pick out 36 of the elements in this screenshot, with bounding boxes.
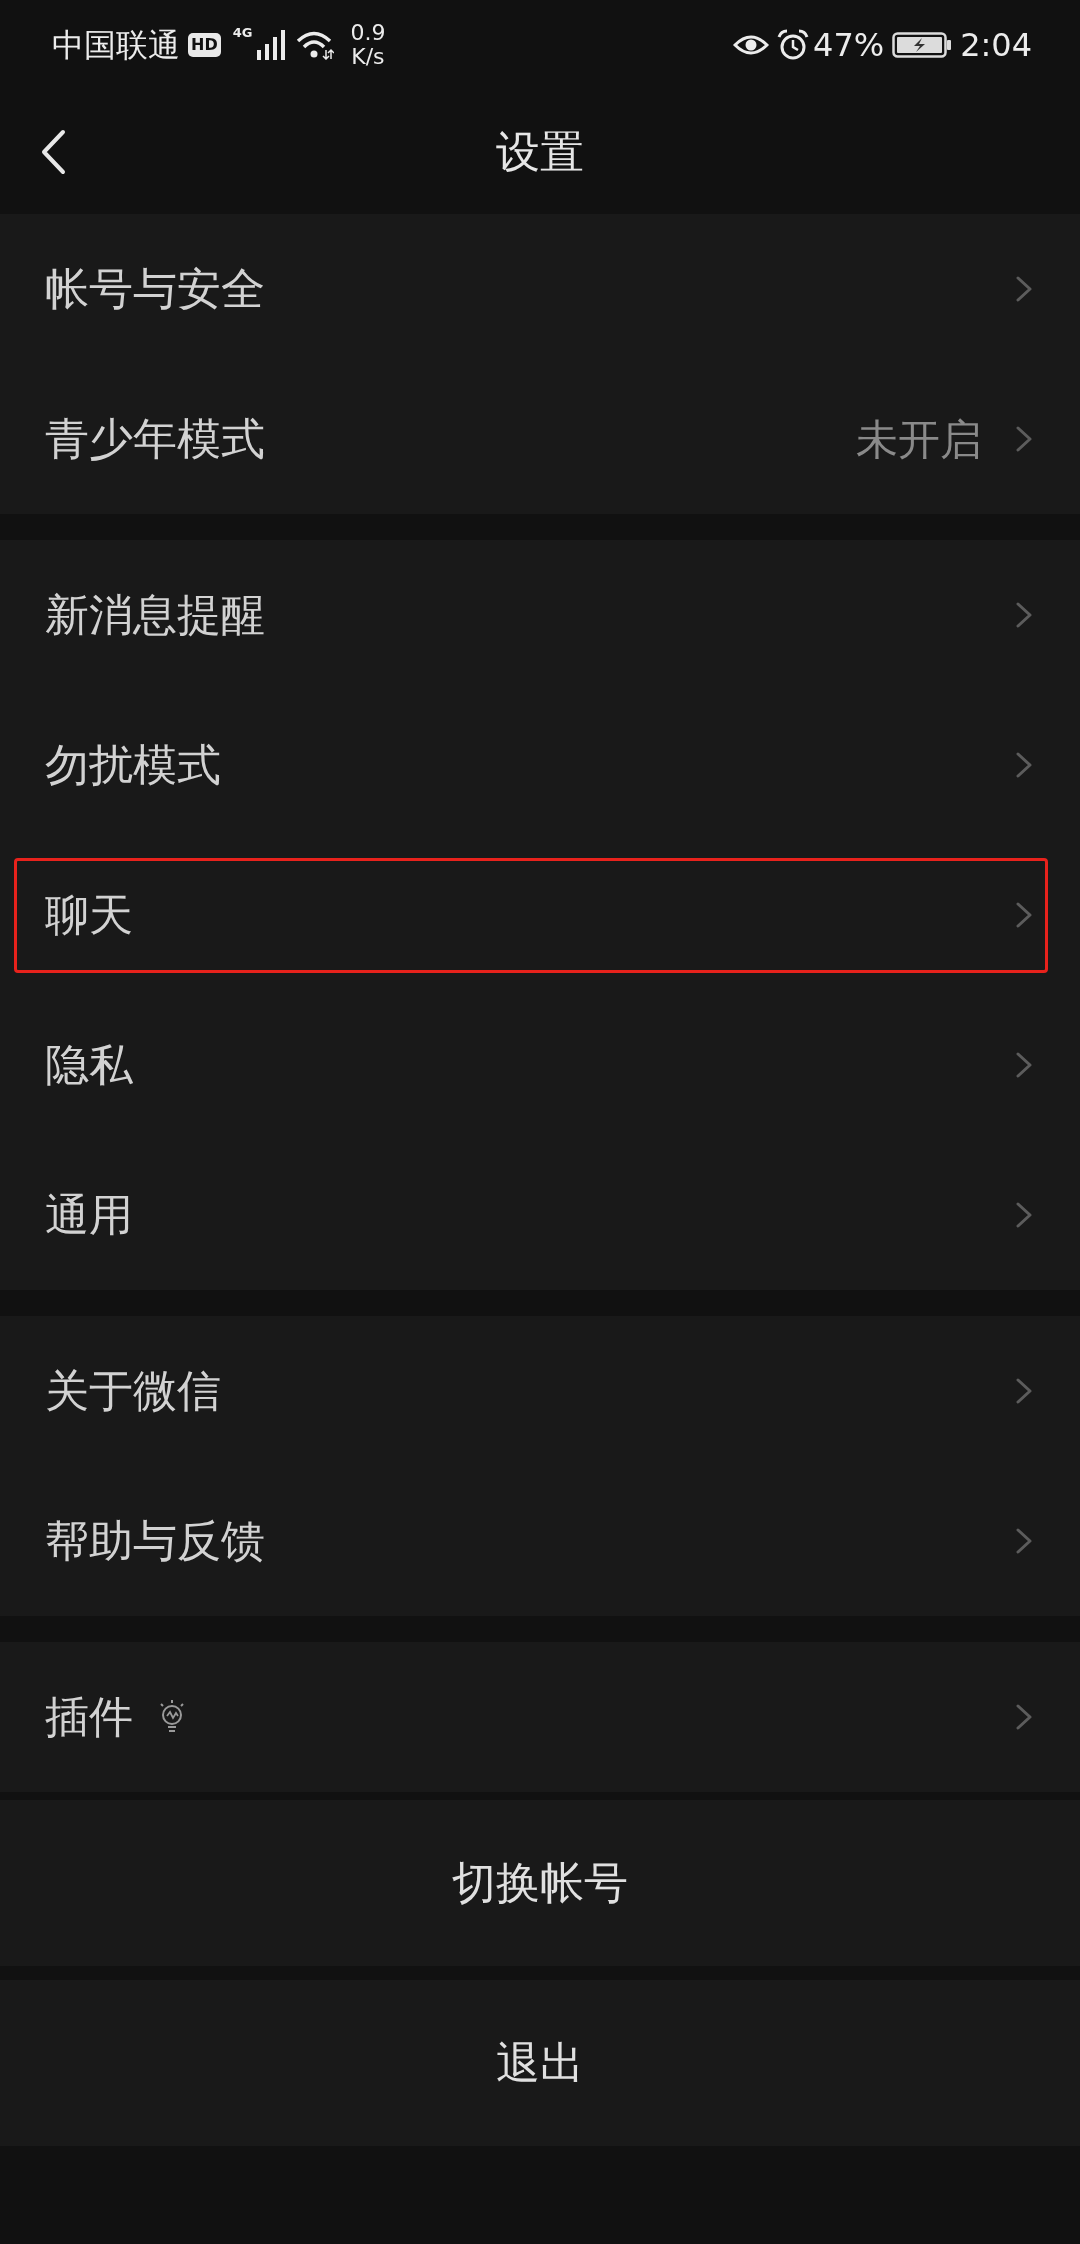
chevron-right-icon	[1015, 1051, 1033, 1079]
action-button[interactable]: 退出	[0, 1980, 1080, 2146]
settings-row[interactable]: 聊天	[0, 840, 1080, 990]
back-icon[interactable]	[40, 129, 66, 175]
carrier-name: 中国联通	[52, 29, 180, 61]
alarm-clock-icon	[777, 29, 809, 61]
settings-row[interactable]: 隐私	[0, 990, 1080, 1140]
settings-row[interactable]: 勿扰模式	[0, 690, 1080, 840]
chevron-right-icon	[1015, 1703, 1033, 1731]
network-type-label: 4G	[232, 26, 253, 39]
settings-row[interactable]: 通用	[0, 1140, 1080, 1290]
chevron-right-icon	[1015, 1377, 1033, 1405]
settings-row[interactable]: 插件	[0, 1642, 1080, 1792]
clock-time: 2:04	[960, 29, 1032, 61]
chevron-right-icon	[1015, 901, 1033, 929]
battery-charging-icon	[892, 31, 953, 59]
settings-row[interactable]: 新消息提醒	[0, 540, 1080, 690]
speed-value: 0.9	[350, 21, 386, 45]
settings-row[interactable]: 青少年模式 未开启	[0, 364, 1080, 514]
settings-row[interactable]: 帐号与安全	[0, 214, 1080, 364]
settings-row[interactable]: 帮助与反馈	[0, 1466, 1080, 1616]
hd-badge: HD	[188, 33, 221, 57]
lightbulb-icon	[157, 1699, 187, 1735]
chevron-right-icon	[1015, 601, 1033, 629]
speed-unit: K/s	[351, 45, 385, 69]
page-title: 设置	[495, 125, 585, 179]
battery-percent: 47%	[813, 29, 885, 61]
chevron-right-icon	[1015, 1527, 1033, 1555]
chevron-right-icon	[1015, 1201, 1033, 1229]
action-button[interactable]: 切换帐号	[0, 1800, 1080, 1966]
chevron-right-icon	[1015, 275, 1033, 303]
setting-value: 未开启	[856, 413, 982, 466]
chevron-right-icon	[1015, 751, 1033, 779]
settings-row[interactable]: 关于微信	[0, 1316, 1080, 1466]
chevron-right-icon	[1015, 425, 1033, 453]
wifi-icon	[296, 30, 335, 60]
